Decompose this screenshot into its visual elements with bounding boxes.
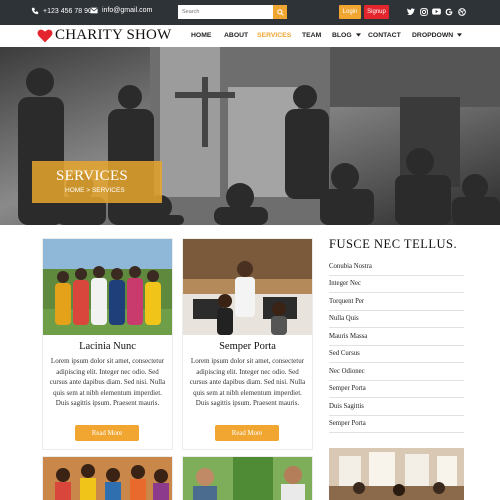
top-bar: +123 456 78 90 info@gmail.com Login Sign… <box>0 0 500 25</box>
sidebar-item[interactable]: Nec Odionec <box>329 363 464 381</box>
service-card-text: Lorem ipsum dolor sit amet, consectetur … <box>189 357 306 408</box>
nav-contact[interactable]: CONTACT <box>368 32 401 39</box>
service-card: Semper Porta Lorem ipsum dolor sit amet,… <box>182 238 313 450</box>
sidebar-item[interactable]: Semper Porta <box>329 416 464 433</box>
nav-team[interactable]: TEAM <box>302 32 321 39</box>
google-icon[interactable] <box>444 7 453 16</box>
page-title-box: SERVICES HOME > SERVICES <box>32 161 162 203</box>
twitter-icon[interactable] <box>406 7 415 16</box>
nav-dropdown-label: DROPDOWN <box>412 32 454 39</box>
phone-number: +123 456 78 90 <box>43 7 92 15</box>
read-more-button[interactable]: Read More <box>215 425 279 441</box>
nav-about[interactable]: ABOUT <box>224 32 248 39</box>
login-button[interactable]: Login <box>339 5 361 19</box>
service-card-image <box>43 239 172 335</box>
service-card-title: Lacinia Nunc <box>79 341 136 352</box>
main-navigation: CHARITY SHOW HOME ABOUT SERVICES TEAM BL… <box>0 25 500 47</box>
sidebar-item[interactable]: Sed Cursus <box>329 346 464 363</box>
nav-services[interactable]: SERVICES <box>257 32 291 39</box>
breadcrumb[interactable]: HOME > SERVICES <box>65 187 125 194</box>
service-card <box>42 456 173 500</box>
sidebar-item[interactable]: Mauris Massa <box>329 328 464 346</box>
search-icon <box>276 8 284 16</box>
email-contact[interactable]: info@gmail.com <box>90 7 152 14</box>
service-card-title: Semper Porta <box>219 341 276 352</box>
nav-home[interactable]: HOME <box>191 32 211 39</box>
caret-down-icon <box>457 33 463 37</box>
email-address: info@gmail.com <box>102 7 153 14</box>
caret-down-icon <box>355 33 361 37</box>
sidebar-item[interactable]: Integer Nec <box>329 276 464 293</box>
service-card-text: Lorem ipsum dolor sit amet, consectetur … <box>49 357 166 408</box>
page-title: SERVICES <box>56 168 129 184</box>
sidebar-item[interactable]: Nulla Quis <box>329 311 464 328</box>
nav-blog-label: BLOG <box>332 32 352 39</box>
nav-blog[interactable]: BLOG <box>332 32 361 39</box>
service-card-image <box>183 239 312 335</box>
service-card <box>182 456 313 500</box>
service-card: Lacinia Nunc Lorem ipsum dolor sit amet,… <box>42 238 173 450</box>
search-input[interactable] <box>178 5 273 19</box>
service-card-image <box>183 457 312 500</box>
hero-banner: SERVICES HOME > SERVICES <box>0 47 500 225</box>
read-more-button[interactable]: Read More <box>75 425 139 441</box>
sidebar-image <box>329 448 464 500</box>
brand-name: CHARITY SHOW <box>55 27 172 43</box>
sidebar-item[interactable]: Duis Sagittis <box>329 398 464 416</box>
dribbble-icon[interactable] <box>457 7 466 16</box>
sidebar-item[interactable]: Torquent Per <box>329 293 464 311</box>
sidebar-title: FUSCE NEC TELLUS. <box>329 237 458 251</box>
brand-logo[interactable]: CHARITY SHOW <box>37 27 171 44</box>
instagram-icon[interactable] <box>419 7 428 16</box>
phone-icon <box>31 7 39 15</box>
sidebar-list: Conubia Nostra Integer Nec Torquent Per … <box>329 258 464 433</box>
search-button[interactable] <box>273 5 287 19</box>
sidebar-item[interactable]: Conubia Nostra <box>329 258 464 276</box>
youtube-icon[interactable] <box>432 7 441 16</box>
search-form <box>178 5 287 19</box>
envelope-icon <box>90 7 98 14</box>
sidebar-item[interactable]: Semper Porta <box>329 381 464 398</box>
signup-button[interactable]: Signup <box>364 5 389 19</box>
phone-contact[interactable]: +123 456 78 90 <box>31 7 92 15</box>
service-card-image <box>43 457 172 500</box>
nav-dropdown[interactable]: DROPDOWN <box>412 32 463 39</box>
heart-icon <box>37 29 53 42</box>
